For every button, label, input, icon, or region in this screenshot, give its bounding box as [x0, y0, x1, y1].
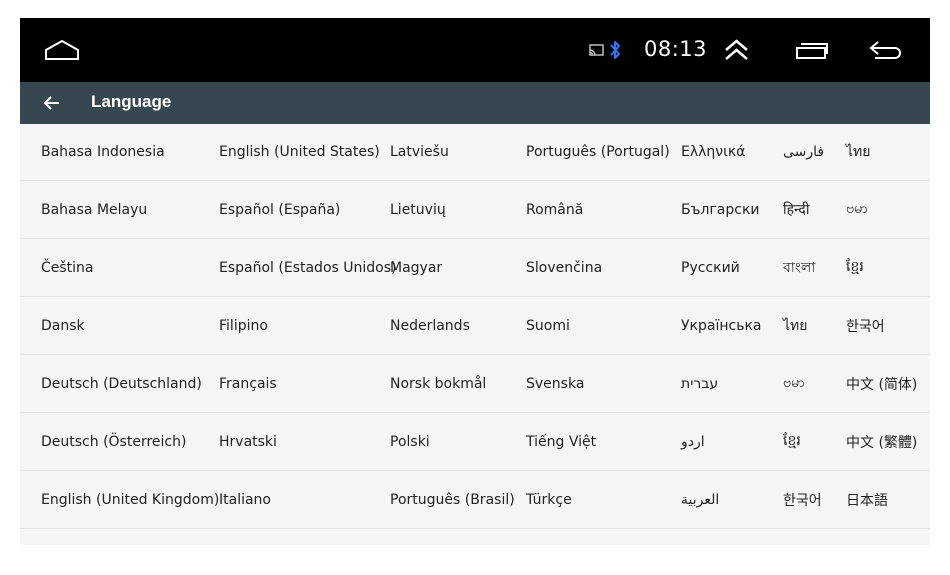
bluetooth-icon: [610, 41, 620, 59]
language-row: Dansk Filipino Nederlands Suomi Українська ไท…: [20, 297, 930, 355]
language-option[interactable]: ខ្មែរ: [846, 239, 864, 296]
language-option[interactable]: Čeština: [41, 239, 94, 296]
language-option[interactable]: Norsk bokmål: [390, 355, 486, 412]
language-option[interactable]: Español (España): [219, 181, 340, 238]
app-bar: Language: [20, 82, 930, 124]
language-option[interactable]: 한국어: [783, 471, 822, 528]
language-option[interactable]: 中文 (简体): [846, 355, 917, 412]
language-option[interactable]: Română: [526, 181, 583, 238]
language-option[interactable]: 日本語: [846, 471, 888, 528]
language-option[interactable]: Türkçe: [526, 471, 572, 528]
language-option[interactable]: Tiếng Việt: [526, 413, 596, 470]
language-option[interactable]: ខ្មែរ: [783, 413, 801, 470]
language-option[interactable]: العربية: [681, 471, 719, 528]
language-option[interactable]: Filipino: [219, 297, 268, 354]
language-option[interactable]: Italiano: [219, 471, 271, 528]
language-option[interactable]: Português (Brasil): [390, 471, 515, 528]
language-option[interactable]: Nederlands: [390, 297, 470, 354]
language-row: Čeština Español (Estados Unidos) Magyar Slo…: [20, 239, 930, 297]
language-option[interactable]: Українська: [681, 297, 761, 354]
language-option[interactable]: اردو: [681, 413, 705, 470]
language-option[interactable]: Български: [681, 181, 760, 238]
language-option[interactable]: Hrvatski: [219, 413, 277, 470]
arrow-left-icon[interactable]: [42, 93, 62, 113]
language-option[interactable]: ไทย: [846, 124, 870, 180]
language-option[interactable]: Deutsch (Deutschland): [41, 355, 202, 412]
status-bar: 08:13: [20, 18, 930, 82]
language-option[interactable]: ไทย: [783, 297, 807, 354]
language-option[interactable]: 中文 (繁體): [846, 413, 917, 470]
language-option[interactable]: Русский: [681, 239, 740, 296]
language-option[interactable]: Português (Portugal): [526, 124, 670, 180]
language-option[interactable]: ဗမာ: [783, 355, 805, 412]
language-option[interactable]: Bahasa Indonesia: [41, 124, 165, 180]
clock: 08:13: [644, 37, 708, 61]
language-row: Bahasa Melayu Español (España) Lietuvių Rom…: [20, 181, 930, 239]
language-option[interactable]: Latviešu: [390, 124, 449, 180]
language-option[interactable]: Ελληνικά: [681, 124, 745, 180]
language-row: Bahasa Indonesia English (United States) L…: [20, 124, 930, 181]
language-option[interactable]: Français: [219, 355, 277, 412]
cast-icon: [589, 44, 604, 56]
language-row: Deutsch (Österreich) Hrvatski Polski Tiếng …: [20, 413, 930, 471]
language-option[interactable]: Suomi: [526, 297, 570, 354]
language-grid: Bahasa Indonesia English (United States) L…: [20, 124, 930, 529]
page-title: Language: [91, 92, 172, 111]
language-option[interactable]: Lietuvių: [390, 181, 446, 238]
home-icon[interactable]: [44, 39, 80, 61]
language-option[interactable]: Español (Estados Unidos): [219, 239, 396, 296]
recent-apps-icon[interactable]: [795, 42, 829, 60]
device-screen: 08:13 Language Bahasa Indonesia English (…: [20, 18, 930, 545]
expand-up-icon[interactable]: [723, 38, 750, 62]
language-option[interactable]: Polski: [390, 413, 430, 470]
language-option[interactable]: हिन्दी: [783, 181, 809, 238]
language-option[interactable]: বাংলা: [783, 239, 815, 296]
language-option[interactable]: Svenska: [526, 355, 584, 412]
language-option[interactable]: English (United Kingdom): [41, 471, 219, 528]
language-option[interactable]: Dansk: [41, 297, 85, 354]
language-option[interactable]: Slovenčina: [526, 239, 602, 296]
language-option[interactable]: Bahasa Melayu: [41, 181, 147, 238]
language-option[interactable]: Deutsch (Österreich): [41, 413, 186, 470]
language-option[interactable]: English (United States): [219, 124, 380, 180]
language-option[interactable]: Magyar: [390, 239, 442, 296]
language-option[interactable]: 한국어: [846, 297, 885, 354]
language-row: Deutsch (Deutschland) Français Norsk bokmå…: [20, 355, 930, 413]
language-option[interactable]: فارسی: [783, 124, 824, 180]
language-option[interactable]: עברית: [681, 355, 718, 412]
language-option[interactable]: ဗမာ: [846, 181, 868, 238]
back-icon[interactable]: [869, 40, 903, 60]
language-row: English (United Kingdom) Italiano Portuguê…: [20, 471, 930, 529]
